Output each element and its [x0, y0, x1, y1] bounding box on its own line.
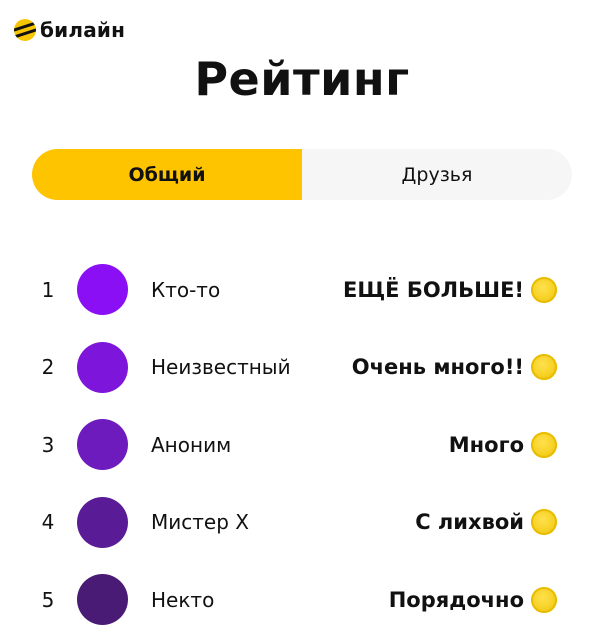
- rank-number: 3: [41, 432, 55, 457]
- rank-number: 4: [41, 510, 55, 535]
- coin-icon: [531, 276, 557, 303]
- score-label: С лихвой: [415, 510, 524, 535]
- rank-number: 5: [41, 587, 55, 612]
- leaderboard-row[interactable]: 1 Кто-то ЕЩЁ БОЛЬШЕ!: [0, 251, 604, 329]
- player-name: Неизвестный: [151, 355, 291, 380]
- rank-number: 1: [41, 277, 55, 302]
- rating-tabs: Общий Друзья: [32, 149, 572, 200]
- score-label: Очень много!!: [351, 355, 524, 380]
- score-label: ЕЩЁ БОЛЬШЕ!: [342, 277, 524, 302]
- beeline-logo-icon: [14, 19, 36, 41]
- leaderboard-row[interactable]: 4 Мистер Х С лихвой: [0, 484, 604, 562]
- tab-friends[interactable]: Друзья: [302, 149, 572, 200]
- coin-icon: [531, 431, 557, 458]
- score-label: Порядочно: [388, 587, 524, 612]
- rank-number: 2: [41, 355, 55, 380]
- avatar: [77, 341, 128, 393]
- brand[interactable]: билайн: [14, 18, 125, 42]
- avatar: [77, 264, 128, 316]
- avatar: [77, 419, 128, 471]
- coin-icon: [531, 354, 557, 381]
- score-label: Много: [448, 432, 524, 457]
- avatar: [77, 574, 128, 626]
- coin-icon: [531, 509, 557, 536]
- tab-general[interactable]: Общий: [32, 149, 302, 200]
- player-name: Мистер Х: [151, 510, 249, 535]
- rating-page: билайн Рейтинг Общий Друзья 1 Кто-то ЕЩЁ…: [0, 0, 604, 640]
- leaderboard-row[interactable]: 3 Аноним Много: [0, 406, 604, 484]
- leaderboard-row[interactable]: 5 Некто Порядочно: [0, 561, 604, 639]
- leaderboard-list: 1 Кто-то ЕЩЁ БОЛЬШЕ! 2 Неизвестный Очень…: [0, 251, 604, 639]
- player-name: Некто: [151, 587, 215, 612]
- page-title: Рейтинг: [194, 52, 410, 106]
- brand-name: билайн: [40, 18, 126, 42]
- leaderboard-row[interactable]: 2 Неизвестный Очень много!!: [0, 329, 604, 407]
- coin-icon: [531, 586, 557, 613]
- player-name: Аноним: [151, 432, 232, 457]
- avatar: [77, 496, 128, 548]
- player-name: Кто-то: [151, 277, 221, 302]
